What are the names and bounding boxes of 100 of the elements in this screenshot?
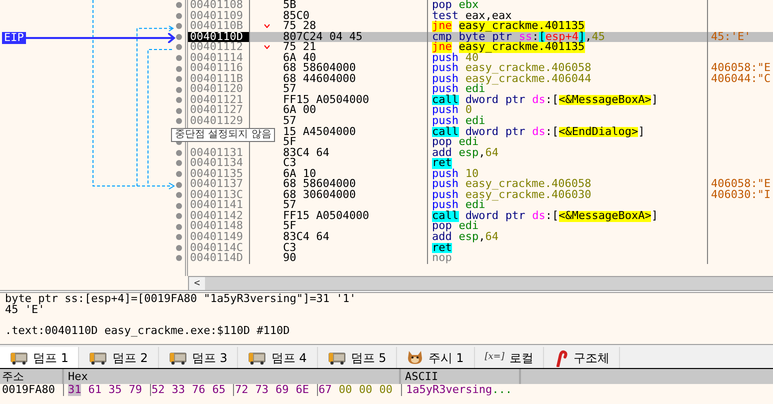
instruction-cell: push edi: [432, 116, 486, 127]
address-cell: 0040114D: [190, 253, 243, 264]
bytes-cell: 68 30604000: [283, 190, 356, 200]
instruction-cell: push easy_crackme.406058: [432, 63, 592, 74]
address-cell: 0040110B: [190, 21, 243, 32]
hex-byte: 00: [359, 384, 372, 396]
tooltip: 중단점 설정되지 않음: [171, 128, 276, 142]
address-cell: 00401116: [190, 63, 243, 74]
bytes-cell: 57: [283, 200, 296, 211]
instruction-cell: jne easy_crackme.401135: [432, 21, 585, 32]
bytes-cell: C3: [283, 158, 296, 169]
comment-cell: 406044:"C: [711, 72, 771, 85]
instruction-cell: pop ebx: [432, 0, 479, 11]
ascii-dots: ...: [492, 384, 512, 396]
address-cell: 00401121: [190, 94, 243, 106]
hex-byte: 00: [338, 384, 352, 396]
instruction-cell: pop edi: [432, 221, 479, 232]
comment-cell: 45:'E': [711, 30, 751, 43]
bytes-cell: 68 44604000: [283, 74, 356, 84]
address-cell: 00401149: [190, 232, 243, 243]
bytes-cell: 75 28: [283, 21, 316, 32]
instruction-cell: push edi: [432, 84, 486, 95]
address-cell: 00401148: [190, 221, 243, 232]
eip-label: EIP: [2, 32, 26, 44]
instruction-cell: cmp byte ptr ss:[esp+4],45: [432, 32, 606, 42]
instruction-cell: pop edi: [432, 137, 479, 148]
bytes-cell: 15 A4504000: [283, 126, 356, 138]
bytes-cell: 807C24 04 45: [283, 32, 362, 42]
address-cell: 00401137: [190, 179, 243, 190]
address-cell: 0040113C: [190, 190, 243, 200]
hex-byte: 31: [68, 384, 82, 396]
hex-byte: 72: [235, 384, 248, 396]
hex-byte: 65: [212, 384, 226, 396]
instruction-cell: add esp,64: [432, 148, 499, 158]
bytes-cell: 57: [283, 84, 296, 95]
instruction-cell: add esp,64: [432, 232, 499, 243]
bytes-cell: 5F: [283, 137, 296, 148]
hex-byte: 35: [108, 384, 122, 396]
bytes-cell: 57: [283, 116, 296, 127]
hex-byte: 69: [276, 384, 289, 396]
hex-byte: 6E: [296, 384, 309, 396]
info-text: byte ptr ss:[esp+4]=[0019FA80 "1a5yR3versing"]=31 '1': [5, 292, 356, 305]
address-cell: 0040110D: [190, 32, 243, 42]
variable-icon: [x=]: [484, 350, 504, 364]
address-cell: 00401131: [190, 148, 243, 158]
ascii-text: 1a5yR3versing: [406, 384, 492, 396]
address-cell: 00401108: [190, 0, 243, 11]
bytes-cell: 6A 40: [283, 52, 316, 64]
hex-byte: 61: [88, 384, 102, 396]
hex-byte: 67: [318, 384, 332, 396]
hex-byte: 73: [255, 384, 268, 396]
instruction-cell: ret: [432, 242, 452, 254]
bytes-cell: 83C4 64: [283, 148, 330, 158]
comment-cell: 406058:"E: [711, 61, 771, 74]
address-cell: 00401120: [190, 84, 243, 95]
bytes-cell: 85C0: [283, 10, 310, 22]
bytes-cell: 83C4 64: [283, 232, 330, 243]
bytes-cell: 5F: [283, 221, 296, 232]
info-text: .text:0040110D easy_crackme.exe:$110D #110D: [5, 324, 290, 337]
hex-byte: 00: [379, 384, 392, 396]
address-cell: 00401142: [190, 210, 243, 222]
bytes-cell: 90: [283, 253, 296, 264]
comment-cell: 406058:"E: [711, 177, 771, 190]
instruction-cell: nop: [432, 253, 452, 264]
instruction-cell: jne easy_crackme.401135: [432, 42, 585, 53]
address-cell: 00401135: [190, 168, 243, 180]
address-cell: 00401141: [190, 200, 243, 211]
bytes-cell: 75 21: [283, 42, 316, 53]
address-cell: 00401127: [190, 105, 243, 116]
bytes-cell: FF15 A0504000: [283, 210, 370, 222]
instruction-cell: push 10: [432, 168, 479, 180]
instruction-cell: push 40: [432, 52, 479, 64]
instruction-cell: push easy_crackme.406030: [432, 190, 592, 200]
hex-byte: 76: [192, 384, 206, 396]
bytes-cell: FF15 A0504000: [283, 94, 370, 106]
bytes-cell: 6A 10: [283, 168, 316, 180]
instruction-cell: call dword ptr ds:[<&MessageBoxA>]: [432, 210, 658, 222]
address-cell: 0040111B: [190, 74, 243, 84]
hex-byte: 79: [128, 384, 142, 396]
address-cell: 00401129: [190, 116, 243, 127]
address-cell: 00401114: [190, 52, 243, 64]
bytes-cell: 68 58604000: [283, 63, 356, 74]
address-cell: 00401109: [190, 10, 243, 22]
instruction-cell: test eax,eax: [432, 10, 512, 22]
instruction-cell: push easy_crackme.406044: [432, 74, 592, 84]
bytes-cell: 5B: [283, 0, 296, 11]
instruction-cell: call dword ptr ds:[<&MessageBoxA>]: [432, 94, 658, 106]
bytes-cell: C3: [283, 242, 296, 254]
bytes-cell: 6A 00: [283, 105, 316, 116]
hex-byte: 52: [152, 384, 165, 396]
instruction-cell: push 0: [432, 105, 472, 116]
address-cell: 0019FA80: [2, 383, 55, 396]
instruction-cell: push easy_crackme.406058: [432, 179, 592, 190]
comment-cell: 406030:"I: [711, 188, 771, 201]
instruction-cell: call dword ptr ds:[<&EndDialog>]: [432, 126, 645, 138]
instruction-cell: push edi: [432, 200, 486, 211]
address-cell: 00401134: [190, 158, 243, 169]
instruction-cell: ret: [432, 158, 452, 169]
hex-byte: 33: [172, 384, 185, 396]
address-cell: 0040114C: [190, 242, 243, 254]
